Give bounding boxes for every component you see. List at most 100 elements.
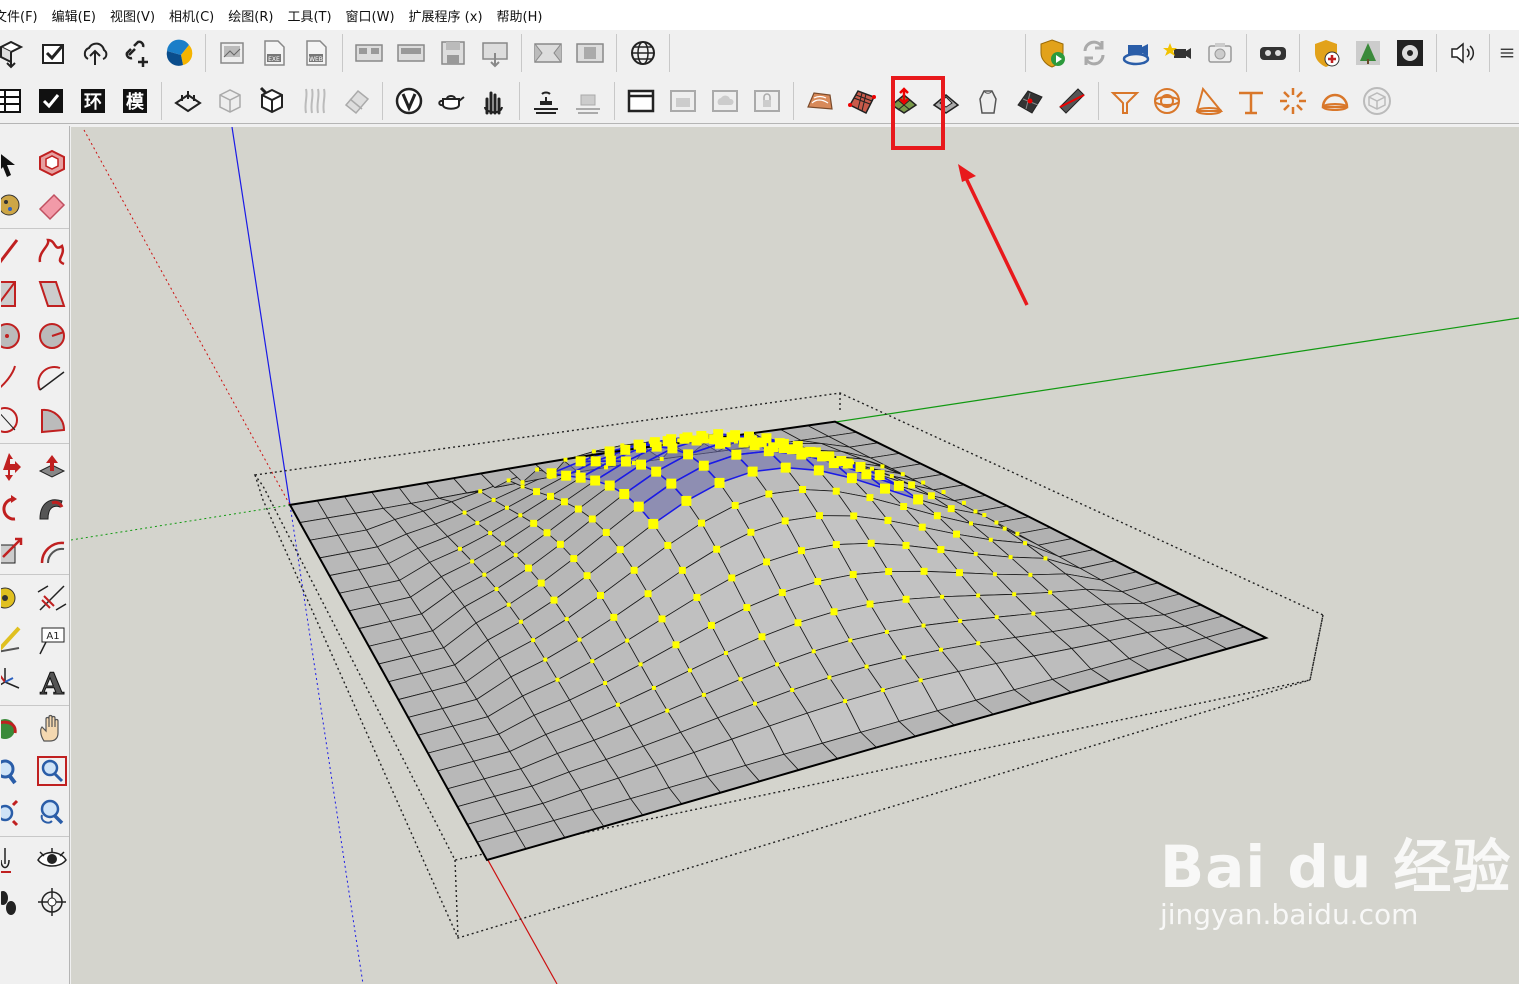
tape-measure-icon[interactable]: [0, 578, 35, 618]
circle-icon[interactable]: [0, 316, 35, 356]
make-component-icon[interactable]: [35, 143, 70, 183]
ring-icon[interactable]: 环: [74, 82, 112, 120]
walk-icon[interactable]: [0, 882, 35, 922]
camera-rotate-icon[interactable]: [1117, 34, 1155, 72]
rotate-icon[interactable]: [0, 489, 35, 529]
hand-icon[interactable]: [474, 82, 512, 120]
previous-view-icon[interactable]: [35, 793, 70, 833]
model-icon[interactable]: 模: [116, 82, 154, 120]
cloud-box-icon[interactable]: [706, 82, 744, 120]
lock-box-icon[interactable]: [748, 82, 786, 120]
shield-play-icon[interactable]: [1033, 34, 1071, 72]
camera-icon[interactable]: [1201, 34, 1239, 72]
terrain-add-detail-icon[interactable]: [1053, 82, 1091, 120]
polygon-icon[interactable]: [35, 316, 70, 356]
terrain-stamp-icon[interactable]: [885, 82, 923, 120]
layout-icon[interactable]: [529, 34, 567, 72]
export-web-icon[interactable]: WEB: [297, 34, 335, 72]
zoom-extents-icon[interactable]: [0, 793, 35, 833]
window-icon[interactable]: [622, 82, 660, 120]
select-icon[interactable]: [0, 143, 35, 183]
vr-icon[interactable]: [1254, 34, 1292, 72]
tree-icon[interactable]: [1349, 34, 1387, 72]
export-exe-icon[interactable]: EXE: [255, 34, 293, 72]
offset-icon[interactable]: [35, 531, 70, 571]
teapot-icon[interactable]: [432, 82, 470, 120]
menu-extensions[interactable]: 扩展程序 (x): [402, 6, 490, 25]
pan-icon[interactable]: [35, 709, 70, 749]
terrain-grid-icon[interactable]: [843, 82, 881, 120]
dome-icon[interactable]: [1316, 82, 1354, 120]
v-logo-icon[interactable]: [390, 82, 428, 120]
menu-edit[interactable]: 编辑(E): [45, 6, 103, 25]
terrain-flip-icon[interactable]: [1011, 82, 1049, 120]
paint-bucket-icon[interactable]: [0, 185, 35, 225]
zoom-icon[interactable]: [0, 751, 35, 791]
arc-icon[interactable]: [0, 358, 35, 398]
line-icon[interactable]: [0, 232, 35, 272]
speaker-icon[interactable]: [1444, 34, 1482, 72]
cloud-upload-icon[interactable]: [76, 34, 114, 72]
position-camera-icon[interactable]: [0, 840, 35, 880]
disc-icon[interactable]: [1148, 82, 1186, 120]
axes-icon[interactable]: [0, 662, 35, 702]
globe-icon[interactable]: [624, 34, 662, 72]
menu-window[interactable]: 窗口(W): [339, 6, 402, 25]
section-icon[interactable]: [169, 82, 207, 120]
save-scene-icon[interactable]: [434, 34, 472, 72]
scale-icon[interactable]: [0, 531, 35, 571]
follow-me-icon[interactable]: [35, 489, 70, 529]
menu-file[interactable]: 文件(F): [0, 6, 45, 25]
menu-draw[interactable]: 绘图(R): [221, 6, 280, 25]
table-icon[interactable]: [527, 82, 565, 120]
panorama-2-icon[interactable]: [392, 34, 430, 72]
sun-icon[interactable]: [1274, 82, 1312, 120]
menu-view[interactable]: 视图(V): [103, 6, 162, 25]
pin-icon[interactable]: [1232, 82, 1270, 120]
rectangle-icon[interactable]: [0, 274, 35, 314]
camera-star-icon[interactable]: [1159, 34, 1197, 72]
shield-add-icon[interactable]: [1307, 34, 1345, 72]
terrain-smoove-icon[interactable]: [969, 82, 1007, 120]
funnel-icon[interactable]: [1106, 82, 1144, 120]
erase-icon[interactable]: [337, 82, 375, 120]
box-icon[interactable]: [211, 82, 249, 120]
layout-2-icon[interactable]: [571, 34, 609, 72]
fog-icon[interactable]: [295, 82, 333, 120]
eraser-icon[interactable]: [35, 185, 70, 225]
text-icon[interactable]: A1: [35, 620, 70, 660]
grid-icon[interactable]: [0, 82, 28, 120]
dimension-icon[interactable]: [35, 578, 70, 618]
checkbox-icon[interactable]: [32, 82, 70, 120]
move-icon[interactable]: [0, 447, 35, 487]
settings-icon[interactable]: [1497, 34, 1517, 72]
3d-text-icon[interactable]: A: [35, 662, 70, 702]
trimble-logo-icon[interactable]: [160, 34, 198, 72]
push-pull-icon[interactable]: [35, 447, 70, 487]
panorama-icon[interactable]: [350, 34, 388, 72]
rotated-rectangle-icon[interactable]: [35, 274, 70, 314]
box-outline-icon[interactable]: [1358, 82, 1396, 120]
3d-viewport[interactable]: [71, 127, 1519, 984]
export-image-icon[interactable]: [213, 34, 251, 72]
menu-help[interactable]: 帮助(H): [490, 6, 550, 25]
cone-icon[interactable]: [1190, 82, 1228, 120]
menu-tools[interactable]: 工具(T): [280, 6, 338, 25]
checklist-icon[interactable]: [34, 34, 72, 72]
window-2-icon[interactable]: [664, 82, 702, 120]
look-around-icon[interactable]: [35, 840, 70, 880]
refresh-icon[interactable]: [1075, 34, 1113, 72]
gear-film-icon[interactable]: [1391, 34, 1429, 72]
freehand-icon[interactable]: [35, 232, 70, 272]
components-icon[interactable]: [0, 34, 30, 72]
two-point-arc-icon[interactable]: [35, 358, 70, 398]
three-point-arc-icon[interactable]: [0, 400, 35, 440]
link-add-icon[interactable]: [118, 34, 156, 72]
pie-icon[interactable]: [35, 400, 70, 440]
zoom-window-icon[interactable]: [35, 751, 70, 791]
terrain-drape-icon[interactable]: [927, 82, 965, 120]
orbit-icon[interactable]: [0, 709, 35, 749]
protractor-icon[interactable]: [0, 620, 35, 660]
box-cut-icon[interactable]: [253, 82, 291, 120]
scene-download-icon[interactable]: [476, 34, 514, 72]
